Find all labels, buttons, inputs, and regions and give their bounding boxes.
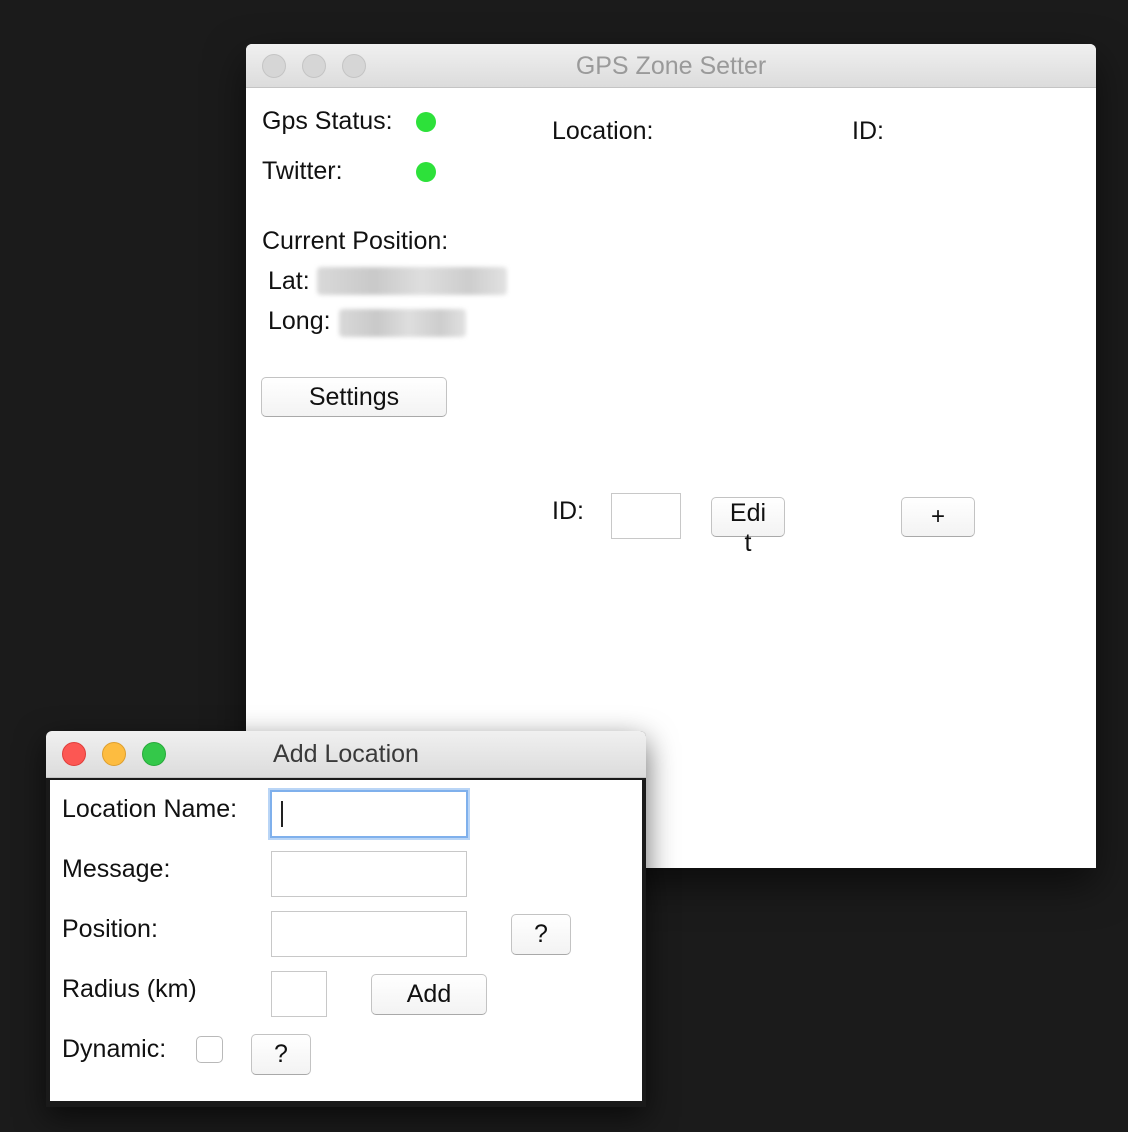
radius-label: Radius (km) bbox=[62, 975, 197, 1003]
current-position-label: Current Position: bbox=[262, 227, 449, 255]
add-location-button[interactable]: + bbox=[901, 497, 975, 537]
lat-value-redacted bbox=[317, 267, 507, 295]
edit-button[interactable]: Edi t bbox=[711, 497, 785, 557]
add-location-titlebar[interactable]: Add Location bbox=[46, 731, 646, 778]
long-label: Long: bbox=[268, 307, 331, 335]
id-column-header: ID: bbox=[852, 117, 884, 145]
settings-button[interactable]: Settings bbox=[261, 377, 447, 417]
window-title: Add Location bbox=[273, 740, 419, 768]
window-title: GPS Zone Setter bbox=[575, 52, 767, 80]
dynamic-help-button[interactable]: ? bbox=[251, 1034, 311, 1075]
position-help-button[interactable]: ? bbox=[511, 914, 571, 955]
location-name-label: Location Name: bbox=[62, 795, 238, 823]
gps-status-label: Gps Status: bbox=[262, 107, 393, 135]
twitter-label: Twitter: bbox=[262, 157, 343, 185]
position-input[interactable] bbox=[271, 911, 467, 957]
long-value-redacted bbox=[339, 309, 466, 337]
dynamic-checkbox[interactable] bbox=[196, 1036, 223, 1063]
message-input[interactable] bbox=[271, 851, 467, 897]
id-input[interactable] bbox=[611, 493, 681, 539]
lat-label: Lat: bbox=[268, 267, 310, 295]
dynamic-label: Dynamic: bbox=[62, 1035, 167, 1063]
main-titlebar[interactable]: GPS Zone Setter bbox=[246, 44, 1096, 88]
id-label: ID: bbox=[552, 497, 584, 525]
location-column-header: Location: bbox=[552, 117, 654, 145]
text-caret bbox=[281, 801, 283, 827]
add-location-window: Add Location Location Name: Message: Pos… bbox=[46, 731, 646, 1107]
add-location-form: Location Name: Message: Position: ? Radi… bbox=[50, 780, 642, 1101]
position-label: Position: bbox=[62, 915, 158, 943]
radius-input[interactable] bbox=[271, 971, 327, 1017]
gps-status-indicator-icon bbox=[416, 112, 436, 132]
location-name-input[interactable] bbox=[270, 790, 468, 838]
message-label: Message: bbox=[62, 855, 171, 883]
add-button[interactable]: Add bbox=[371, 974, 487, 1015]
twitter-status-indicator-icon bbox=[416, 162, 436, 182]
